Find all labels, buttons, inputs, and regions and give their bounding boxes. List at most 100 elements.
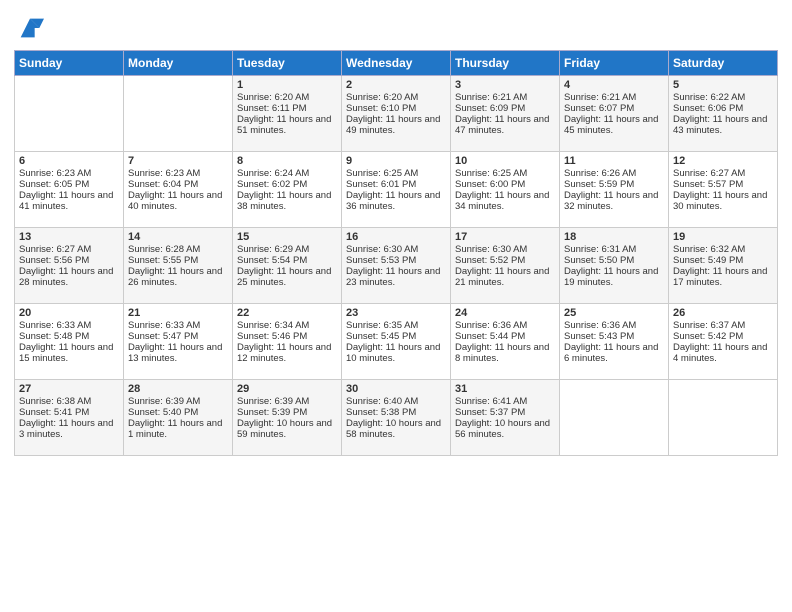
daylight-text: Daylight: 11 hours and 32 minutes.	[564, 190, 664, 212]
calendar-cell: 17Sunrise: 6:30 AMSunset: 5:52 PMDayligh…	[451, 228, 560, 304]
weekday-header-thursday: Thursday	[451, 51, 560, 76]
calendar-cell: 5Sunrise: 6:22 AMSunset: 6:06 PMDaylight…	[669, 76, 778, 152]
sunrise-text: Sunrise: 6:21 AM	[455, 92, 555, 103]
sunrise-text: Sunrise: 6:26 AM	[564, 168, 664, 179]
daylight-text: Daylight: 11 hours and 19 minutes.	[564, 266, 664, 288]
calendar-cell	[669, 380, 778, 456]
daylight-text: Daylight: 11 hours and 3 minutes.	[19, 418, 119, 440]
daylight-text: Daylight: 11 hours and 30 minutes.	[673, 190, 773, 212]
sunset-text: Sunset: 6:07 PM	[564, 103, 664, 114]
calendar-cell	[560, 380, 669, 456]
sunrise-text: Sunrise: 6:30 AM	[455, 244, 555, 255]
sunset-text: Sunset: 5:38 PM	[346, 407, 446, 418]
calendar-cell: 4Sunrise: 6:21 AMSunset: 6:07 PMDaylight…	[560, 76, 669, 152]
logo	[14, 14, 44, 42]
sunset-text: Sunset: 6:00 PM	[455, 179, 555, 190]
weekday-header-sunday: Sunday	[15, 51, 124, 76]
daylight-text: Daylight: 11 hours and 4 minutes.	[673, 342, 773, 364]
sunrise-text: Sunrise: 6:27 AM	[673, 168, 773, 179]
day-number: 28	[128, 383, 228, 395]
sunset-text: Sunset: 5:52 PM	[455, 255, 555, 266]
week-row-2: 6Sunrise: 6:23 AMSunset: 6:05 PMDaylight…	[15, 152, 778, 228]
sunset-text: Sunset: 5:43 PM	[564, 331, 664, 342]
day-number: 4	[564, 79, 664, 91]
daylight-text: Daylight: 10 hours and 59 minutes.	[237, 418, 337, 440]
sunrise-text: Sunrise: 6:30 AM	[346, 244, 446, 255]
daylight-text: Daylight: 11 hours and 8 minutes.	[455, 342, 555, 364]
sunrise-text: Sunrise: 6:28 AM	[128, 244, 228, 255]
sunrise-text: Sunrise: 6:27 AM	[19, 244, 119, 255]
day-number: 5	[673, 79, 773, 91]
calendar-cell: 21Sunrise: 6:33 AMSunset: 5:47 PMDayligh…	[124, 304, 233, 380]
calendar-cell: 31Sunrise: 6:41 AMSunset: 5:37 PMDayligh…	[451, 380, 560, 456]
sunrise-text: Sunrise: 6:36 AM	[564, 320, 664, 331]
sunset-text: Sunset: 5:37 PM	[455, 407, 555, 418]
sunrise-text: Sunrise: 6:40 AM	[346, 396, 446, 407]
week-row-5: 27Sunrise: 6:38 AMSunset: 5:41 PMDayligh…	[15, 380, 778, 456]
day-number: 6	[19, 155, 119, 167]
calendar-cell: 10Sunrise: 6:25 AMSunset: 6:00 PMDayligh…	[451, 152, 560, 228]
header	[14, 10, 778, 42]
calendar-cell: 3Sunrise: 6:21 AMSunset: 6:09 PMDaylight…	[451, 76, 560, 152]
day-number: 2	[346, 79, 446, 91]
sunset-text: Sunset: 5:48 PM	[19, 331, 119, 342]
daylight-text: Daylight: 11 hours and 25 minutes.	[237, 266, 337, 288]
calendar-table: SundayMondayTuesdayWednesdayThursdayFrid…	[14, 50, 778, 456]
daylight-text: Daylight: 11 hours and 43 minutes.	[673, 114, 773, 136]
calendar-cell: 6Sunrise: 6:23 AMSunset: 6:05 PMDaylight…	[15, 152, 124, 228]
sunrise-text: Sunrise: 6:25 AM	[455, 168, 555, 179]
daylight-text: Daylight: 11 hours and 15 minutes.	[19, 342, 119, 364]
day-number: 29	[237, 383, 337, 395]
calendar-cell: 1Sunrise: 6:20 AMSunset: 6:11 PMDaylight…	[233, 76, 342, 152]
calendar-cell: 27Sunrise: 6:38 AMSunset: 5:41 PMDayligh…	[15, 380, 124, 456]
day-number: 23	[346, 307, 446, 319]
sunset-text: Sunset: 6:10 PM	[346, 103, 446, 114]
sunset-text: Sunset: 5:40 PM	[128, 407, 228, 418]
daylight-text: Daylight: 11 hours and 26 minutes.	[128, 266, 228, 288]
sunset-text: Sunset: 6:09 PM	[455, 103, 555, 114]
day-number: 3	[455, 79, 555, 91]
calendar-cell: 13Sunrise: 6:27 AMSunset: 5:56 PMDayligh…	[15, 228, 124, 304]
sunset-text: Sunset: 6:11 PM	[237, 103, 337, 114]
weekday-header-friday: Friday	[560, 51, 669, 76]
sunset-text: Sunset: 5:53 PM	[346, 255, 446, 266]
day-number: 10	[455, 155, 555, 167]
daylight-text: Daylight: 11 hours and 23 minutes.	[346, 266, 446, 288]
logo-icon	[16, 14, 44, 42]
sunrise-text: Sunrise: 6:31 AM	[564, 244, 664, 255]
daylight-text: Daylight: 11 hours and 38 minutes.	[237, 190, 337, 212]
calendar-cell: 30Sunrise: 6:40 AMSunset: 5:38 PMDayligh…	[342, 380, 451, 456]
calendar-cell: 9Sunrise: 6:25 AMSunset: 6:01 PMDaylight…	[342, 152, 451, 228]
calendar-cell: 18Sunrise: 6:31 AMSunset: 5:50 PMDayligh…	[560, 228, 669, 304]
daylight-text: Daylight: 11 hours and 51 minutes.	[237, 114, 337, 136]
sunset-text: Sunset: 5:54 PM	[237, 255, 337, 266]
calendar-cell: 8Sunrise: 6:24 AMSunset: 6:02 PMDaylight…	[233, 152, 342, 228]
sunset-text: Sunset: 5:45 PM	[346, 331, 446, 342]
calendar-cell: 24Sunrise: 6:36 AMSunset: 5:44 PMDayligh…	[451, 304, 560, 380]
calendar-cell	[124, 76, 233, 152]
sunrise-text: Sunrise: 6:38 AM	[19, 396, 119, 407]
day-number: 25	[564, 307, 664, 319]
daylight-text: Daylight: 11 hours and 6 minutes.	[564, 342, 664, 364]
calendar-cell: 15Sunrise: 6:29 AMSunset: 5:54 PMDayligh…	[233, 228, 342, 304]
daylight-text: Daylight: 11 hours and 47 minutes.	[455, 114, 555, 136]
day-number: 20	[19, 307, 119, 319]
daylight-text: Daylight: 11 hours and 49 minutes.	[346, 114, 446, 136]
sunset-text: Sunset: 5:39 PM	[237, 407, 337, 418]
daylight-text: Daylight: 11 hours and 1 minute.	[128, 418, 228, 440]
daylight-text: Daylight: 11 hours and 41 minutes.	[19, 190, 119, 212]
week-row-4: 20Sunrise: 6:33 AMSunset: 5:48 PMDayligh…	[15, 304, 778, 380]
day-number: 13	[19, 231, 119, 243]
sunset-text: Sunset: 5:50 PM	[564, 255, 664, 266]
calendar-cell: 25Sunrise: 6:36 AMSunset: 5:43 PMDayligh…	[560, 304, 669, 380]
page-container: SundayMondayTuesdayWednesdayThursdayFrid…	[0, 0, 792, 462]
week-row-3: 13Sunrise: 6:27 AMSunset: 5:56 PMDayligh…	[15, 228, 778, 304]
sunrise-text: Sunrise: 6:20 AM	[237, 92, 337, 103]
day-number: 7	[128, 155, 228, 167]
sunrise-text: Sunrise: 6:23 AM	[19, 168, 119, 179]
sunset-text: Sunset: 6:04 PM	[128, 179, 228, 190]
day-number: 26	[673, 307, 773, 319]
calendar-cell	[15, 76, 124, 152]
calendar-cell: 2Sunrise: 6:20 AMSunset: 6:10 PMDaylight…	[342, 76, 451, 152]
daylight-text: Daylight: 11 hours and 36 minutes.	[346, 190, 446, 212]
